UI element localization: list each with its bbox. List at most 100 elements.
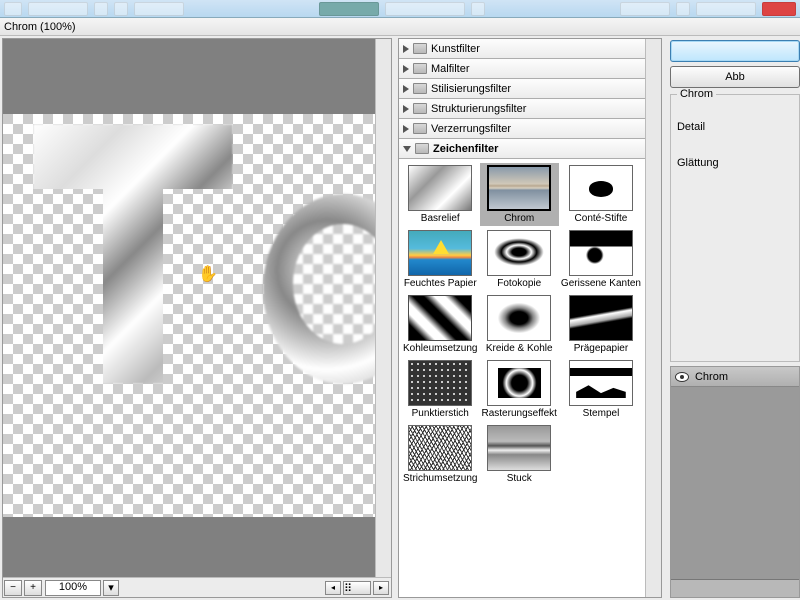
ok-button[interactable] [670, 40, 800, 62]
thumbnail-preview-icon [569, 295, 633, 341]
effect-layers-panel: Chrom [670, 366, 800, 598]
taskbar-item[interactable] [114, 2, 128, 16]
thumbnail-preview-icon [408, 360, 472, 406]
thumbnail-preview-icon [408, 295, 472, 341]
filter-thumbnail[interactable]: Kreide & Kohle [482, 295, 557, 354]
setting-row-detail: Detail [677, 121, 793, 133]
zoom-out-button[interactable]: − [4, 580, 22, 596]
thumbnail-preview-icon [408, 230, 472, 276]
thumbnail-preview-icon [569, 230, 633, 276]
filter-category-row[interactable]: Strukturierungsfilter [399, 99, 645, 119]
thumbnail-preview-icon [487, 295, 551, 341]
settings-panel: Abb Chrom Detail Glättung Chrom [668, 38, 800, 598]
taskbar-item[interactable] [676, 2, 690, 16]
thumbnail-label: Kohleumsetzung [403, 343, 478, 354]
thumbnail-preview-icon [487, 165, 551, 211]
filter-thumbnail[interactable]: Stempel [561, 360, 641, 419]
thumbnail-label: Stuck [507, 473, 532, 484]
filter-thumbnail[interactable]: Strichumsetzung [403, 425, 478, 484]
filter-thumbnail[interactable]: Punktierstich [403, 360, 478, 419]
triangle-right-icon [403, 125, 409, 133]
smooth-label: Glättung [677, 157, 793, 169]
thumbnail-label: Conté-Stifte [575, 213, 628, 224]
filter-thumbnail[interactable]: Fotokopie [482, 230, 557, 289]
triangle-right-icon [403, 65, 409, 73]
preview-scrollbar-vertical[interactable] [375, 39, 391, 577]
effect-layers-footer [671, 579, 799, 597]
filter-scrollbar-vertical[interactable] [645, 39, 661, 597]
taskbar-item[interactable] [762, 2, 796, 16]
scroll-right-button[interactable]: ▸ [373, 581, 389, 595]
taskbar-item[interactable] [94, 2, 108, 16]
zoom-dropdown-button[interactable]: ▾ [103, 580, 119, 596]
filter-category-label: Kunstfilter [431, 43, 480, 55]
filter-category-label: Verzerrungsfilter [431, 123, 511, 135]
thumbnail-label: Basrelief [421, 213, 460, 224]
filter-category-row[interactable]: Verzerrungsfilter [399, 119, 645, 139]
filter-thumbnail[interactable]: Prägepapier [561, 295, 641, 354]
os-taskbar [0, 0, 800, 18]
visibility-eye-icon[interactable] [675, 372, 689, 382]
thumbnail-label: Rasterungseffekt [482, 408, 557, 419]
taskbar-item[interactable] [4, 2, 22, 16]
preview-panel: ✋ − + 100% ▾ ◂ ⠿ ▸ [2, 38, 392, 598]
preview-viewport[interactable]: ✋ [3, 39, 391, 577]
dialog-titlebar: Chrom (100%) [0, 18, 800, 36]
triangle-right-icon [403, 105, 409, 113]
thumbnail-label: Fotokopie [497, 278, 541, 289]
taskbar-item[interactable] [385, 2, 465, 16]
taskbar-item[interactable] [620, 2, 670, 16]
scroll-left-button[interactable]: ◂ [325, 581, 341, 595]
thumbnail-preview-icon [408, 425, 472, 471]
filter-thumbnail[interactable]: Kohleumsetzung [403, 295, 478, 354]
taskbar-item[interactable] [134, 2, 184, 16]
chrome-letter [33, 124, 233, 384]
filter-thumbnail[interactable]: Conté-Stifte [561, 165, 641, 224]
taskbar-item[interactable] [696, 2, 756, 16]
preview-scrollbar-horizontal: ◂ ⠿ ▸ [119, 581, 391, 595]
thumbnail-preview-icon [487, 360, 551, 406]
thumbnail-label: Chrom [504, 213, 534, 224]
filter-thumbnail[interactable]: Gerissene Kanten [561, 230, 641, 289]
scroll-thumb[interactable]: ⠿ [343, 581, 371, 595]
triangle-right-icon [403, 85, 409, 93]
thumbnail-preview-icon [569, 360, 633, 406]
folder-icon [415, 143, 429, 154]
zoom-in-button[interactable]: + [24, 580, 42, 596]
filter-category-label: Zeichenfilter [433, 143, 498, 155]
thumbnail-preview-icon [569, 165, 633, 211]
thumbnail-preview-icon [487, 230, 551, 276]
thumbnail-preview-icon [487, 425, 551, 471]
filter-thumbnail[interactable]: Basrelief [403, 165, 478, 224]
settings-group-title: Chrom [677, 88, 716, 100]
zoom-level-field[interactable]: 100% [45, 580, 101, 596]
filter-category-row[interactable]: Kunstfilter [399, 39, 645, 59]
triangle-down-icon [403, 146, 411, 152]
preview-footer: − + 100% ▾ ◂ ⠿ ▸ [3, 577, 391, 597]
effect-layer-row[interactable]: Chrom [671, 367, 799, 387]
effect-layers-body [671, 387, 799, 579]
filter-gallery-dialog: Chrom (100%) ✋ − + 100% ▾ [0, 18, 800, 600]
filter-settings-group: Chrom Detail Glättung [670, 94, 800, 362]
taskbar-item[interactable] [319, 2, 379, 16]
folder-icon [413, 123, 427, 134]
dialog-buttons: Abb [670, 38, 800, 90]
folder-icon [413, 63, 427, 74]
filter-thumbnail[interactable]: Stuck [482, 425, 557, 484]
filter-thumbnail[interactable]: Feuchtes Papier [403, 230, 478, 289]
detail-label: Detail [677, 121, 793, 133]
filter-thumbnail[interactable]: Rasterungseffekt [482, 360, 557, 419]
filter-category-label: Stilisierungsfilter [431, 83, 511, 95]
chrome-letter [263, 194, 375, 384]
filter-category-row[interactable]: Zeichenfilter [399, 139, 645, 159]
filter-category-row[interactable]: Stilisierungsfilter [399, 79, 645, 99]
thumbnail-preview-icon [408, 165, 472, 211]
cancel-button[interactable]: Abb [670, 66, 800, 88]
taskbar-item[interactable] [471, 2, 485, 16]
taskbar-item[interactable] [28, 2, 88, 16]
filter-thumbnail[interactable]: Chrom [480, 163, 559, 226]
filter-tree[interactable]: Kunstfilter Malfilter Stilisierungsfilter S… [399, 39, 645, 597]
thumbnail-label: Feuchtes Papier [404, 278, 477, 289]
filter-category-row[interactable]: Malfilter [399, 59, 645, 79]
setting-row-smooth: Glättung [677, 157, 793, 169]
